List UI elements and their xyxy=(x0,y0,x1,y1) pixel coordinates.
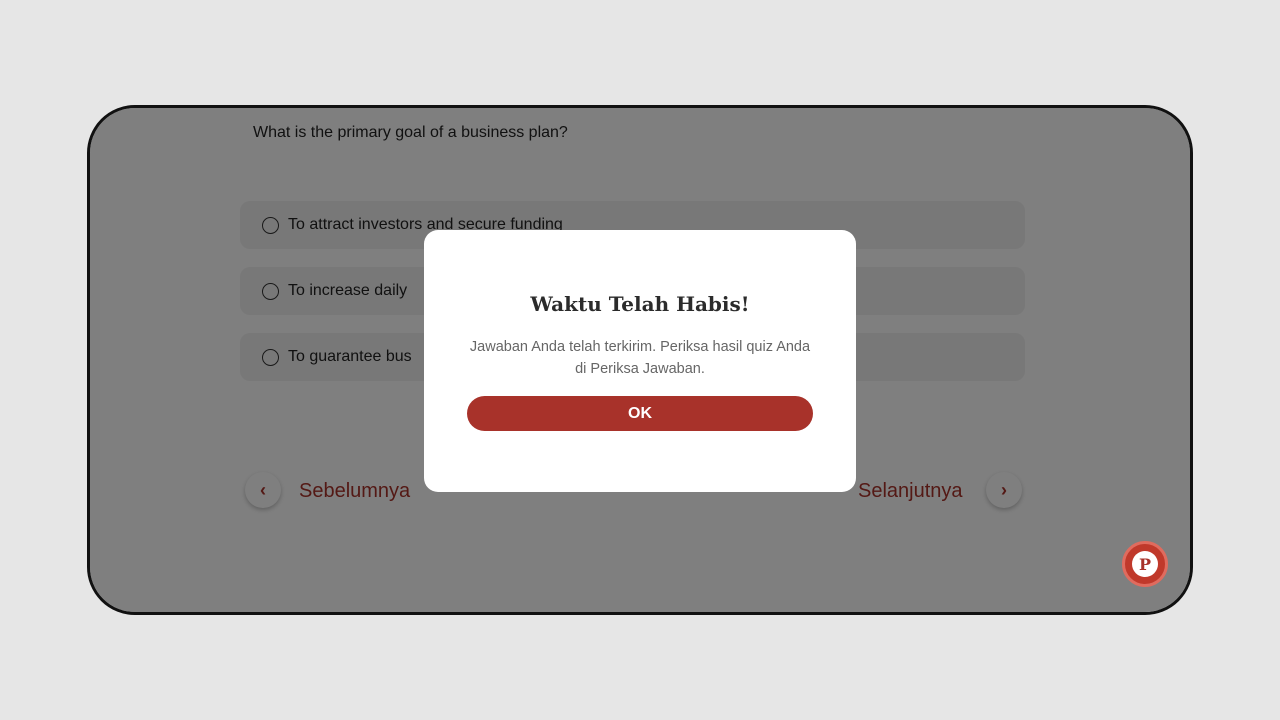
dialog-message: Jawaban Anda telah terkirim. Periksa has… xyxy=(469,339,811,377)
time-up-dialog: Waktu Telah Habis! Jawaban Anda telah te… xyxy=(424,230,856,492)
dialog-title: Waktu Telah Habis! xyxy=(530,292,750,316)
p-chat-icon: P xyxy=(1132,551,1158,577)
ok-button[interactable]: OK xyxy=(467,396,813,431)
floating-action-button[interactable]: P xyxy=(1122,541,1168,587)
